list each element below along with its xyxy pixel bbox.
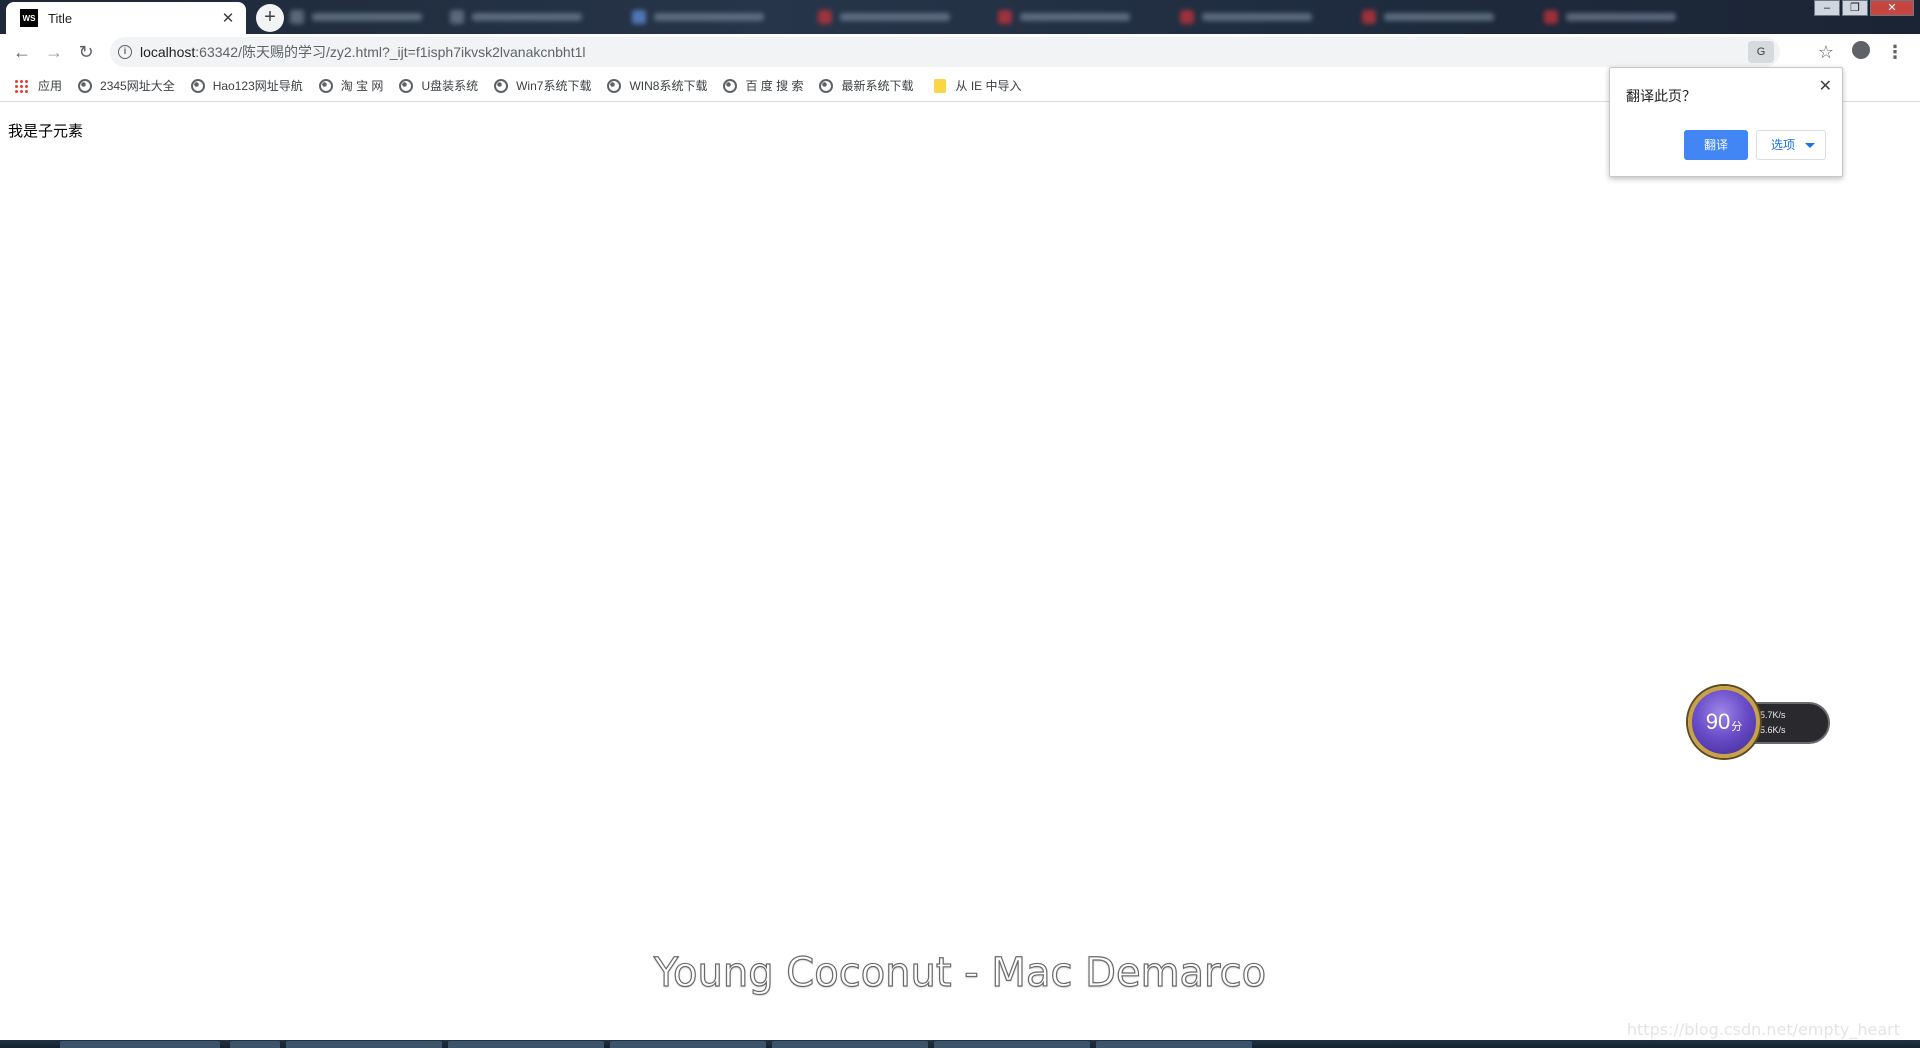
apps-grid-icon bbox=[14, 78, 28, 93]
bookmark-label: 百 度 搜 索 bbox=[745, 79, 804, 93]
bookmark-label: Win7系统下载 bbox=[516, 79, 592, 93]
bookmark-apps[interactable]: 应用 bbox=[14, 77, 62, 94]
bookmark-item[interactable]: Win7系统下载 bbox=[494, 77, 591, 94]
webstorm-favicon-icon: WS bbox=[20, 9, 38, 27]
bookmark-label: 从 IE 中导入 bbox=[955, 79, 1022, 93]
tab-blurred[interactable] bbox=[632, 6, 764, 28]
address-bar[interactable]: i localhost:63342/陈天赐的学习/zy2.html?_ijt=f… bbox=[110, 37, 1780, 67]
minimize-icon[interactable]: – bbox=[1814, 0, 1840, 16]
page-body-text: 我是子元素 bbox=[8, 122, 84, 140]
score-value: 90 bbox=[1705, 709, 1731, 734]
options-button[interactable]: 选项 bbox=[1756, 130, 1826, 160]
globe-icon bbox=[607, 78, 622, 93]
tab-blurred[interactable] bbox=[998, 6, 1130, 28]
bookmark-label: U盘装系统 bbox=[421, 79, 479, 93]
tab-blurred[interactable] bbox=[450, 6, 582, 28]
taskbar-item[interactable] bbox=[1096, 1041, 1252, 1048]
taskbar-item[interactable] bbox=[772, 1041, 928, 1048]
translate-popup: 翻译此页？ ✕ 翻译 选项 bbox=[1609, 67, 1843, 177]
download-speed: 5.6K/s bbox=[1760, 725, 1786, 735]
url-host: localhost bbox=[140, 44, 196, 60]
desktop-lyric: Young Coconut - Mac Demarco bbox=[653, 949, 1267, 996]
taskbar-item[interactable] bbox=[230, 1041, 280, 1048]
taskbar-item[interactable] bbox=[60, 1041, 220, 1048]
browser-toolbar: ← → ↻ i localhost:63342/陈天赐的学习/zy2.html?… bbox=[0, 34, 1920, 70]
tab-blurred[interactable] bbox=[1362, 6, 1494, 28]
bookmark-label: 2345网址大全 bbox=[100, 79, 175, 93]
bookmark-star-icon[interactable]: ☆ bbox=[1812, 38, 1840, 66]
translate-button[interactable]: 翻译 bbox=[1684, 130, 1748, 160]
bookmark-item[interactable]: 最新系统下载 bbox=[819, 77, 914, 94]
bookmark-item[interactable]: WIN8系统下载 bbox=[607, 77, 707, 94]
score-unit: 分 bbox=[1731, 721, 1743, 733]
bookmark-item[interactable]: 2345网址大全 bbox=[78, 77, 175, 94]
options-label: 选项 bbox=[1771, 138, 1796, 152]
tab-title: Title bbox=[48, 10, 73, 26]
bookmark-item[interactable]: Hao123网址导航 bbox=[190, 77, 303, 94]
globe-icon bbox=[723, 78, 738, 93]
globe-icon bbox=[819, 78, 834, 93]
tab-blurred[interactable] bbox=[1180, 6, 1312, 28]
window-controls: – ❐ ✕ bbox=[1814, 0, 1914, 16]
globe-icon bbox=[399, 78, 414, 93]
bookmark-label: 淘 宝 网 bbox=[340, 79, 384, 93]
popup-title: 翻译此页？ bbox=[1626, 88, 1696, 104]
window-close-icon[interactable]: ✕ bbox=[1870, 0, 1914, 16]
bookmark-label: Hao123网址导航 bbox=[212, 79, 303, 93]
account-icon[interactable] bbox=[1852, 41, 1870, 59]
forward-arrow-icon[interactable]: → bbox=[40, 38, 68, 66]
taskbar-item[interactable] bbox=[286, 1041, 442, 1048]
bookmark-label: 最新系统下载 bbox=[841, 79, 914, 93]
upload-speed: 5.7K/s bbox=[1760, 710, 1786, 720]
bookmark-label: 应用 bbox=[38, 79, 63, 93]
tab-blurred[interactable] bbox=[818, 6, 950, 28]
taskbar-item[interactable] bbox=[934, 1041, 1090, 1048]
network-speed-widget[interactable]: 5.7K/s 5.6K/s 90 分 bbox=[1688, 686, 1830, 762]
globe-icon bbox=[78, 78, 93, 93]
globe-icon bbox=[190, 78, 205, 93]
tab-blurred[interactable] bbox=[290, 6, 422, 28]
bookmark-label: WIN8系统下载 bbox=[629, 79, 708, 93]
globe-icon bbox=[494, 78, 509, 93]
tab-active[interactable]: WS Title ✕ bbox=[6, 2, 246, 34]
tab-strip: WS Title ✕ + – ❐ ✕ bbox=[0, 0, 1920, 34]
translate-icon[interactable]: G bbox=[1748, 41, 1774, 63]
watermark: https://blog.csdn.net/empty_heart bbox=[1626, 1020, 1900, 1039]
close-icon[interactable]: ✕ bbox=[220, 9, 236, 27]
back-arrow-icon[interactable]: ← bbox=[8, 38, 36, 66]
score-orb[interactable]: 90 分 bbox=[1688, 686, 1760, 758]
folder-icon bbox=[933, 78, 946, 93]
bookmark-item[interactable]: 百 度 搜 索 bbox=[723, 77, 803, 94]
url-path: :63342/陈天赐的学习/zy2.html?_ijt=f1isph7ikvsk… bbox=[195, 44, 586, 60]
new-tab-button[interactable]: + bbox=[256, 4, 284, 32]
restore-icon[interactable]: ❐ bbox=[1842, 0, 1868, 16]
tab-blurred[interactable] bbox=[1544, 6, 1676, 28]
reload-icon[interactable]: ↻ bbox=[72, 38, 100, 66]
info-icon[interactable]: i bbox=[118, 45, 132, 59]
bookmark-folder[interactable]: 从 IE 中导入 bbox=[930, 77, 1022, 94]
taskbar-item[interactable] bbox=[448, 1041, 604, 1048]
menu-dots-icon[interactable]: ⋮ bbox=[1886, 38, 1904, 66]
bookmark-item[interactable]: 淘 宝 网 bbox=[318, 77, 384, 94]
globe-icon bbox=[318, 78, 333, 93]
taskbar bbox=[0, 1040, 1920, 1048]
chevron-down-icon bbox=[1805, 143, 1815, 148]
close-icon[interactable]: ✕ bbox=[1819, 76, 1832, 96]
bookmark-item[interactable]: U盘装系统 bbox=[399, 77, 478, 94]
taskbar-item[interactable] bbox=[610, 1041, 766, 1048]
